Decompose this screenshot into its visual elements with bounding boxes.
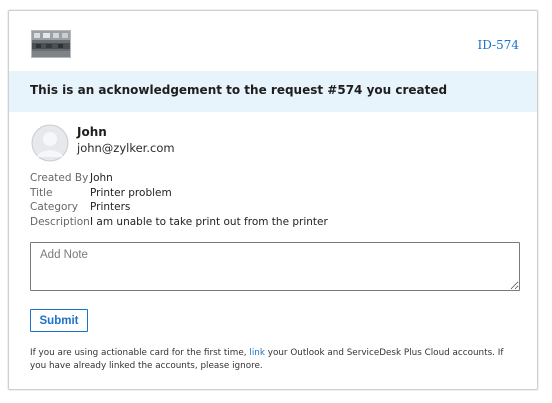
detail-value: Printers [90, 201, 131, 214]
banner-title: This is an acknowledgement to the reques… [30, 83, 448, 97]
detail-value: Printer problem [90, 186, 172, 199]
detail-label: Title [30, 186, 53, 199]
footer-text-start: If you are using actionable card for the… [30, 348, 250, 358]
detail-row-category: Category Printers [30, 200, 520, 215]
card-header: ID-574 [9, 11, 537, 71]
acknowledgement-card: ID-574 This is an acknowledgement to the… [8, 10, 538, 390]
ticket-id-link[interactable]: ID-574 [477, 38, 519, 52]
acknowledgement-banner: This is an acknowledgement to the reques… [9, 71, 537, 112]
user-avatar-icon [31, 124, 69, 162]
detail-label: Description [30, 215, 90, 228]
requester-name: John [77, 125, 107, 139]
detail-label: Category [30, 201, 78, 214]
submit-button[interactable]: Submit [30, 309, 88, 332]
add-note-field[interactable] [30, 242, 520, 291]
detail-row-description: Description I am unable to take print ou… [30, 215, 520, 230]
footer-note: If you are using actionable card for the… [30, 347, 522, 373]
detail-value: I am unable to take print out from the p… [90, 215, 328, 228]
detail-value: John [90, 172, 113, 185]
request-details: Created By John Title Printer problem Ca… [30, 171, 520, 229]
office-photo-icon [31, 30, 71, 58]
requester-email: john@zylker.com [77, 141, 175, 155]
detail-label: Created By [30, 172, 89, 185]
link-accounts-link[interactable]: link [249, 348, 265, 358]
detail-row-created-by: Created By John [30, 171, 520, 186]
detail-row-title: Title Printer problem [30, 186, 520, 201]
